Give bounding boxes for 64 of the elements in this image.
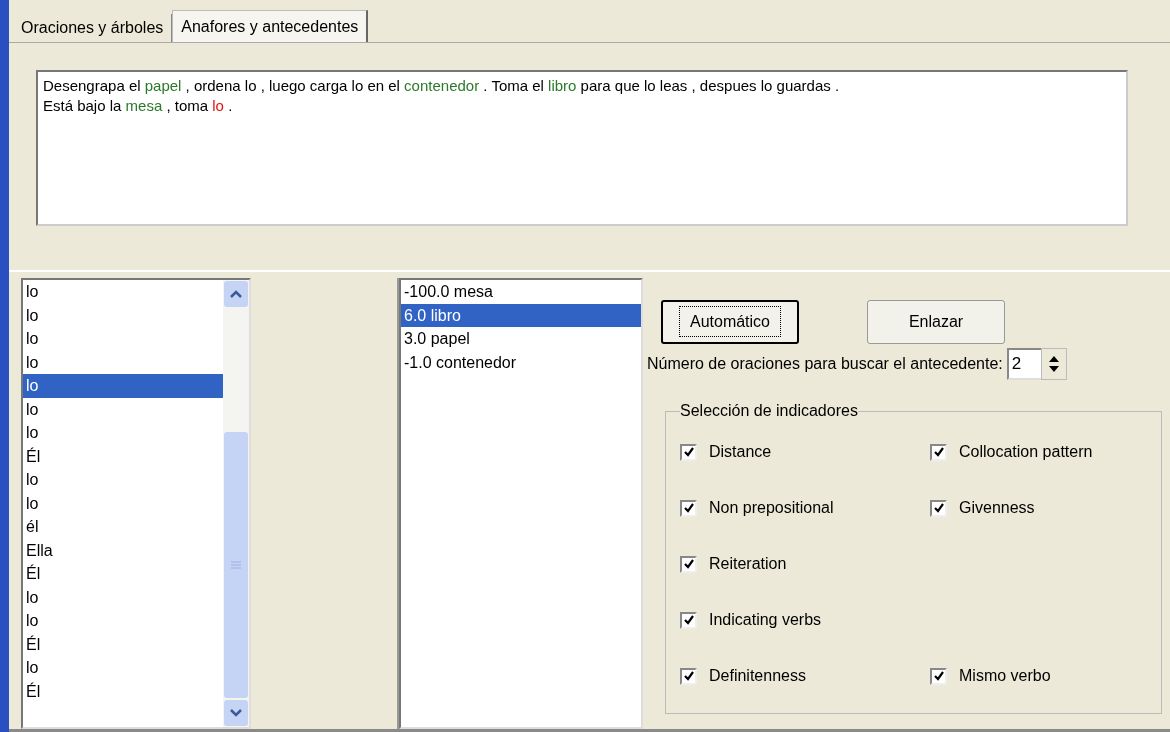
checkbox[interactable] (680, 611, 697, 629)
checkbox-label: Definitenness (709, 667, 806, 685)
list-item[interactable]: lo (23, 468, 223, 492)
checkbox-label: Collocation pattern (959, 443, 1093, 461)
list-item[interactable]: lo (23, 656, 223, 680)
checkbox-label: Distance (709, 443, 772, 461)
spin-field[interactable]: 2 (1006, 348, 1041, 380)
scroll-thumb[interactable] (224, 432, 248, 698)
scroll-down-icon[interactable] (224, 700, 248, 726)
list-item[interactable]: lo (23, 585, 223, 609)
text-token: Desengrapa el (43, 77, 142, 94)
text-token: . Toma el (482, 77, 545, 94)
checkbox-label: Non prepositional (709, 499, 834, 517)
list-item[interactable]: -1.0 contenedor (401, 350, 641, 374)
list-item[interactable]: lo (23, 374, 223, 398)
push-button[interactable]: Automático (661, 300, 799, 344)
list-item[interactable]: lo (23, 491, 223, 515)
checkbox[interactable] (680, 555, 697, 573)
text-token: papel (144, 77, 182, 94)
list-item[interactable]: lo (23, 280, 223, 304)
list-item[interactable]: lo (23, 303, 223, 327)
text-token: Está bajo la (43, 97, 123, 114)
list-item[interactable]: lo (23, 350, 223, 374)
checkbox-label: Reiteration (709, 555, 787, 573)
list-item[interactable]: 3.0 papel (401, 327, 641, 351)
checkbox[interactable] (680, 443, 697, 461)
checkbox-label: Indicating verbs (709, 611, 822, 629)
list-item[interactable]: 6.0 libro (401, 303, 641, 327)
text-token: contenedor (404, 77, 480, 94)
field-label: Número de oraciones para buscar el antecedente: (647, 355, 1003, 373)
list-item[interactable]: lo (23, 609, 223, 633)
list-item[interactable]: Ella (23, 538, 223, 562)
checkbox[interactable] (930, 667, 947, 685)
text-token: libro (548, 77, 577, 94)
checkbox-label: Mismo verbo (959, 667, 1051, 685)
checkbox[interactable] (930, 499, 947, 517)
scroll-up-icon[interactable] (224, 281, 248, 307)
list-item[interactable]: él (23, 515, 223, 539)
list-item[interactable]: Él (23, 444, 223, 468)
text-token: , toma (165, 97, 210, 114)
push-button[interactable]: Enlazar (867, 300, 1005, 344)
list-item[interactable]: Él (23, 562, 223, 586)
checkbox[interactable] (930, 443, 947, 461)
list-item[interactable]: -100.0 mesa (401, 280, 641, 304)
group-title: Selección de indicadores (680, 402, 858, 420)
spin-arrows-icon[interactable] (1040, 348, 1067, 380)
text-token: lo (212, 97, 224, 114)
checkbox-label: Givenness (959, 499, 1035, 517)
text-token: . (227, 97, 233, 114)
text-token: para que lo leas , despues lo guardas . (579, 77, 840, 94)
list-item[interactable]: Él (23, 679, 223, 703)
text-token: , ordena lo , luego carga lo en el (184, 77, 401, 94)
anaphor-list[interactable]: lo lo lo lo lo lo lo Él lo lo él Ella Él lo lo Él lo Él (21, 278, 251, 729)
list-item[interactable]: Él (23, 632, 223, 656)
text-token: mesa (125, 97, 163, 114)
checkbox[interactable] (680, 499, 697, 517)
scrollbar[interactable] (223, 280, 249, 727)
text-area[interactable]: Desengrapa el papel , ordena lo , luego carga lo en el contenedor . Toma el libro para que lo leas , despues lo guardas . Está bajo la mesa , toma lo . (36, 70, 1128, 226)
antecedent-list[interactable]: -100.0 mesa 6.0 libro 3.0 papel -1.0 contenedor (399, 278, 643, 729)
checkbox[interactable] (680, 667, 697, 685)
tab[interactable]: Anafores y antecedentes (172, 10, 369, 42)
list-item[interactable]: lo (23, 421, 223, 445)
list-item[interactable]: lo (23, 397, 223, 421)
list-item[interactable]: lo (23, 327, 223, 351)
